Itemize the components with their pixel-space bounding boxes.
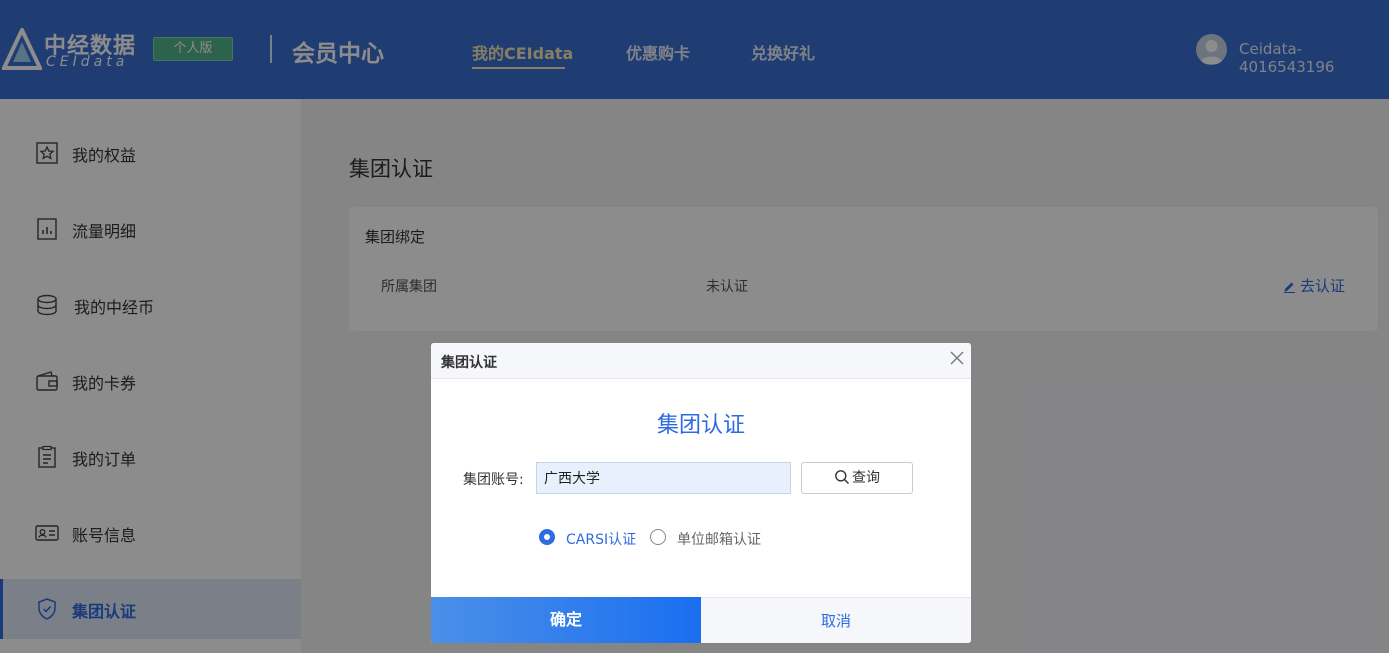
- query-button-label: 查询: [852, 470, 880, 486]
- confirm-button[interactable]: 确定: [431, 597, 701, 643]
- radio-carsi[interactable]: CARSI认证: [539, 527, 639, 549]
- dialog-title: 集团认证: [656, 413, 745, 438]
- radio-indicator: [650, 529, 666, 545]
- radio-label: CARSI认证: [566, 532, 637, 548]
- search-icon: [835, 470, 850, 485]
- dialog-header: 集团认证: [431, 343, 971, 379]
- cancel-button[interactable]: 取消: [701, 597, 971, 643]
- query-button[interactable]: 查询: [801, 462, 913, 494]
- radio-label: 单位邮箱认证: [677, 532, 761, 548]
- dialog-header-title: 集团认证: [441, 355, 497, 371]
- radio-email[interactable]: 单位邮箱认证: [650, 527, 770, 549]
- group-account-label: 集团账号:: [463, 472, 524, 488]
- group-auth-dialog: 集团认证 集团认证 集团账号: 查询 CARSI认证 单位邮箱认证 确定 取消: [431, 343, 971, 643]
- radio-indicator: [539, 529, 555, 545]
- close-icon[interactable]: [948, 349, 966, 367]
- group-account-input[interactable]: [536, 462, 791, 494]
